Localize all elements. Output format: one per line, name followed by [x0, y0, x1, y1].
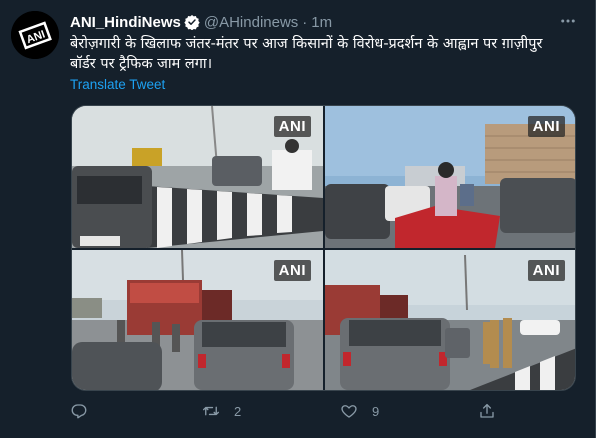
more-options-icon[interactable] [557, 10, 579, 32]
ani-watermark: ANI [527, 260, 565, 281]
photo-2[interactable]: ANI [325, 106, 575, 248]
share-button[interactable] [478, 402, 510, 420]
author-handle[interactable]: @AHindinews [204, 14, 298, 31]
photo-1[interactable]: ANI [72, 106, 323, 248]
separator-dot: · [302, 13, 308, 31]
author-name[interactable]: ANI_HindiNews [70, 14, 181, 31]
retweet-count: 2 [234, 403, 242, 419]
tweet-header: ANI_HindiNews @AHindinews · 1m [70, 12, 332, 32]
ani-watermark: ANI [273, 260, 311, 281]
photo-4[interactable]: ANI [325, 250, 575, 390]
share-icon [480, 403, 494, 418]
reply-icon [71, 404, 87, 419]
tweet-actions: 2 9 [70, 402, 510, 424]
reply-button[interactable] [70, 402, 102, 420]
retweet-icon [202, 406, 220, 416]
like-count: 9 [372, 403, 380, 419]
tweet-card[interactable]: ANI ANI_HindiNews @AHindinews · 1m बेरोज… [0, 0, 596, 438]
retweet-button[interactable]: 2 [202, 402, 241, 420]
ani-watermark: ANI [273, 116, 311, 137]
tweet-timestamp[interactable]: 1m [311, 14, 332, 31]
avatar[interactable]: ANI [11, 11, 59, 59]
tweet-text: बेरोज़गारी के खिलाफ जंतर-मंतर पर आज किसा… [70, 36, 543, 72]
ani-watermark: ANI [527, 116, 565, 137]
like-button[interactable]: 9 [340, 402, 379, 420]
heart-icon [341, 405, 357, 418]
media-grid: ANI ANI ANI ANI [71, 105, 576, 391]
ani-logo-icon: ANI [11, 11, 59, 59]
verified-badge-icon [184, 14, 200, 31]
translate-tweet-link[interactable]: Translate Tweet [70, 77, 165, 92]
photo-3[interactable]: ANI [72, 250, 323, 390]
